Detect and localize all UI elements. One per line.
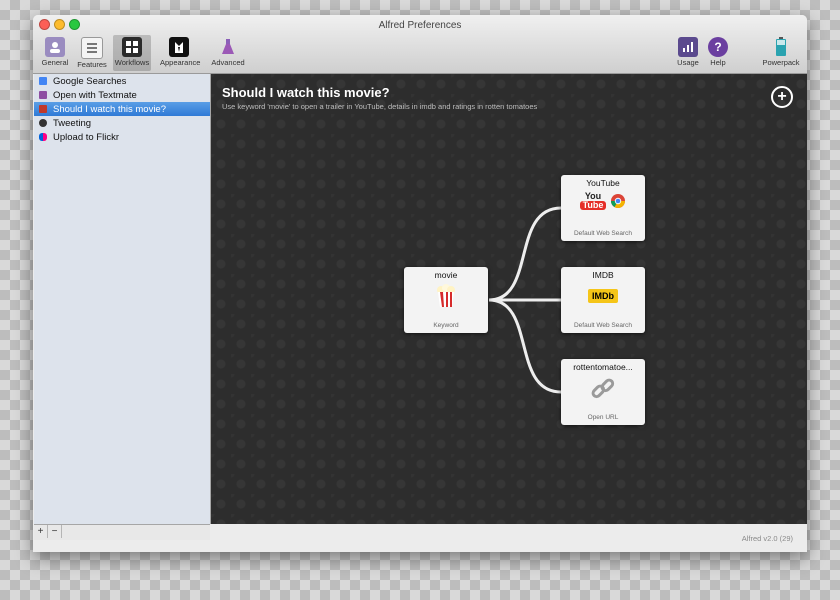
workflow-item-label: Tweeting [53, 117, 92, 129]
general-icon [45, 37, 65, 57]
toolbar-appearance-button[interactable]: Appearance [160, 35, 201, 71]
keyword-node[interactable]: movie Keyword [404, 267, 488, 333]
titlebar: Alfred Preferences General Features Work… [33, 15, 807, 74]
node-subtitle: Default Web Search [573, 230, 633, 237]
workflow-item-google-searches[interactable]: Google Searches [34, 74, 210, 88]
imdb-node[interactable]: IMDB IMDb Default Web Search [561, 267, 645, 333]
node-title: IMDB [592, 270, 614, 280]
toolbar-general-label: General [41, 58, 69, 67]
advanced-flask-icon [218, 37, 238, 57]
node-title: rottentomatoe... [573, 362, 633, 372]
link-chain-icon [591, 378, 615, 399]
connection-lines [488, 206, 562, 394]
rottentomatoes-node[interactable]: rottentomatoe... Open URL [561, 359, 645, 425]
powerpack-battery-icon [771, 37, 791, 57]
workflow-item-upload-to-flickr[interactable]: Upload to Flickr [34, 130, 210, 144]
node-icon-area: You Tube [561, 192, 645, 210]
toolbar-powerpack-label: Powerpack [762, 58, 800, 67]
toolbar-features-label: Features [77, 60, 107, 69]
node-icon-area [561, 376, 645, 402]
textmate-icon [39, 91, 47, 99]
youtube-logo-icon: You Tube [580, 192, 606, 210]
workflow-item-label: Open with Textmate [53, 89, 137, 101]
popcorn-icon [39, 105, 47, 113]
popcorn-icon [437, 284, 455, 307]
youtube-logo-tube: Tube [580, 201, 606, 210]
imdb-logo-icon: IMDb [588, 289, 618, 303]
help-icon: ? [708, 37, 728, 57]
connection-youtube [488, 206, 562, 302]
workflow-item-open-with-textmate[interactable]: Open with Textmate [34, 88, 210, 102]
toolbar-appearance-label: Appearance [160, 58, 201, 67]
window-title: Alfred Preferences [378, 20, 462, 31]
toolbar-help-button[interactable]: ? Help [699, 35, 737, 71]
toolbar-advanced-button[interactable]: Advanced [209, 35, 247, 71]
youtube-node[interactable]: YouTube You Tube Default Web Search [561, 175, 645, 241]
node-subtitle: Default Web Search [573, 322, 633, 329]
node-subtitle: Keyword [433, 322, 459, 329]
chrome-icon [611, 194, 625, 208]
connection-rotten [488, 298, 562, 394]
appearance-icon [169, 37, 189, 57]
node-icon-area [404, 284, 488, 308]
workflow-item-should-i-watch[interactable]: Should I watch this movie? [34, 102, 210, 116]
preferences-window: Alfred Preferences General Features Work… [33, 15, 807, 552]
workflow-canvas[interactable]: Should I watch this movie? Use keyword '… [211, 74, 807, 524]
version-label: Alfred v2.0 (29) [741, 534, 793, 543]
workflow-item-tweeting[interactable]: Tweeting [34, 116, 210, 130]
google-icon [39, 77, 47, 85]
status-bar: Alfred v2.0 (29) [33, 525, 807, 552]
usage-chart-icon [678, 37, 698, 57]
toolbar-workflows-button[interactable]: Workflows [113, 35, 151, 71]
workflow-item-label: Should I watch this movie? [53, 103, 167, 115]
workflow-item-label: Upload to Flickr [53, 131, 119, 143]
toolbar-features-button[interactable]: Features [73, 35, 111, 71]
toolbar-workflows-label: Workflows [114, 58, 150, 67]
node-icon-area: IMDb [561, 284, 645, 303]
node-title: YouTube [586, 178, 620, 188]
features-icon [81, 37, 103, 59]
workflow-item-label: Google Searches [53, 75, 127, 87]
flickr-icon [39, 133, 47, 141]
workflows-icon [122, 37, 142, 57]
toolbar-powerpack-button[interactable]: Powerpack [759, 35, 803, 71]
node-title: movie [434, 270, 458, 280]
workflow-list: Google Searches Open with Textmate Shoul… [34, 74, 211, 524]
toolbar-help-label: Help [710, 58, 726, 67]
tweet-icon [39, 119, 47, 127]
toolbar-general-button[interactable]: General [36, 35, 74, 71]
node-subtitle: Open URL [587, 414, 619, 421]
toolbar-advanced-label: Advanced [211, 58, 245, 67]
